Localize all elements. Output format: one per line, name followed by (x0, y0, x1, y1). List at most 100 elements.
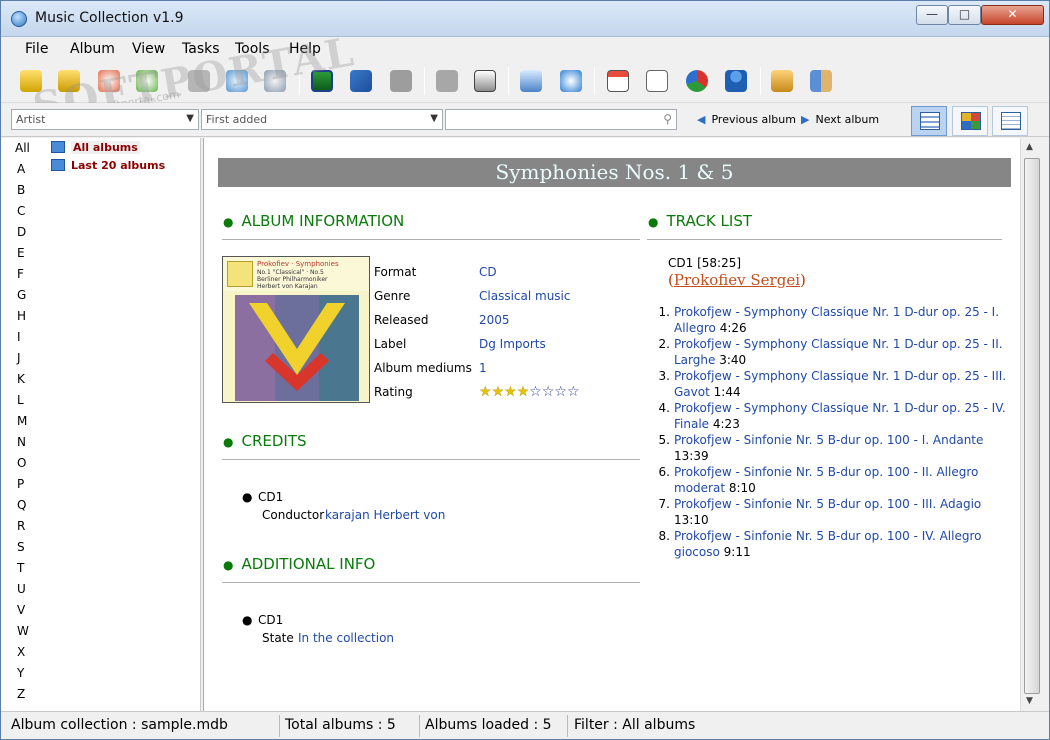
letter-e[interactable]: E (17, 246, 25, 260)
star-empty-icon[interactable]: ☆ (542, 384, 555, 400)
report-button[interactable] (643, 67, 671, 95)
tree-item-all-albums[interactable]: All albums (51, 141, 140, 154)
star-empty-icon[interactable]: ☆ (529, 384, 542, 400)
track-row[interactable]: 2. Prokofjew - Symphony Classique Nr. 1 D… (659, 336, 1009, 368)
letter-c[interactable]: C (17, 204, 25, 218)
letter-b[interactable]: B (17, 183, 25, 197)
letter-l[interactable]: L (17, 393, 24, 407)
track-row[interactable]: 8. Prokofjew - Sinfonie Nr. 5 B-dur op. 1… (659, 528, 1009, 560)
close-button[interactable]: ✕ (981, 5, 1044, 25)
vertical-scrollbar[interactable]: ▲ ▼ (1020, 138, 1042, 711)
menu-help[interactable]: Help (289, 41, 321, 57)
letter-m[interactable]: M (17, 414, 27, 428)
letter-t[interactable]: T (17, 561, 24, 575)
import-button[interactable] (95, 67, 123, 95)
letter-o[interactable]: O (17, 456, 26, 470)
letter-i[interactable]: I (17, 330, 21, 344)
scroll-up-icon[interactable]: ▲ (1026, 142, 1033, 152)
track-row[interactable]: 4. Prokofjew - Symphony Classique Nr. 1 D… (659, 400, 1009, 432)
menu-album[interactable]: Album (70, 41, 115, 57)
track-row[interactable]: 7. Prokofjew - Sinfonie Nr. 5 B-dur op. 1… (659, 496, 1009, 528)
zoom-in-button[interactable] (223, 67, 251, 95)
statistics-button[interactable] (683, 67, 711, 95)
artists-button[interactable] (722, 67, 750, 95)
letter-y[interactable]: Y (17, 666, 24, 680)
letter-j[interactable]: J (17, 351, 21, 365)
letter-q[interactable]: Q (17, 498, 26, 512)
track-row[interactable]: 3. Prokofjew - Symphony Classique Nr. 1 D… (659, 368, 1009, 400)
menu-view[interactable]: View (132, 41, 165, 57)
track-title[interactable]: Prokofjew - Sinfonie Nr. 5 B-dur op. 100… (674, 497, 981, 511)
detail-view-button[interactable] (911, 106, 947, 136)
credits-person-link[interactable]: karajan Herbert von (325, 508, 445, 522)
track-title[interactable]: Prokofjew - Sinfonie Nr. 5 B-dur op. 100… (674, 529, 981, 559)
album-cover-image[interactable]: Prokofiev · Symphonies No.1 "Classical" … (222, 256, 370, 403)
letter-p[interactable]: P (17, 477, 24, 491)
letter-all[interactable]: All (15, 141, 30, 155)
zoom-out-button[interactable] (261, 67, 289, 95)
minimize-button[interactable]: — (916, 5, 948, 25)
letter-g[interactable]: G (17, 288, 26, 302)
track-title[interactable]: Prokofjew - Sinfonie Nr. 5 B-dur op. 100… (674, 433, 983, 447)
letter-z[interactable]: Z (17, 687, 25, 701)
previous-album-button[interactable]: ◀ Previous album (697, 113, 796, 126)
html-export-button[interactable] (471, 67, 499, 95)
group-by-select[interactable]: Artist ▼ (11, 109, 199, 130)
info-value-label[interactable]: Dg Imports (479, 337, 546, 351)
track-row[interactable]: 5. Prokofjew - Sinfonie Nr. 5 B-dur op. 1… (659, 432, 1009, 464)
menu-tasks[interactable]: Tasks (182, 41, 220, 57)
letter-a[interactable]: A (17, 162, 25, 176)
search-music-button[interactable] (557, 67, 585, 95)
next-album-button[interactable]: ▶ Next album (801, 113, 879, 126)
info-value-released[interactable]: 2005 (479, 313, 510, 327)
star-filled-icon[interactable]: ★ (479, 384, 492, 400)
track-row[interactable]: 6. Prokofjew - Sinfonie Nr. 5 B-dur op. 1… (659, 464, 1009, 496)
info-value-genre[interactable]: Classical music (479, 289, 570, 303)
letter-f[interactable]: F (17, 267, 24, 281)
edit-album-button[interactable] (347, 67, 375, 95)
add-album-button[interactable] (17, 67, 45, 95)
download-button[interactable] (185, 67, 213, 95)
menu-tools[interactable]: Tools (235, 41, 270, 57)
star-empty-icon[interactable]: ☆ (567, 384, 580, 400)
letter-w[interactable]: W (17, 624, 29, 638)
export-button[interactable] (133, 67, 161, 95)
scroll-down-icon[interactable]: ▼ (1026, 696, 1033, 706)
letter-k[interactable]: K (17, 372, 25, 386)
find-album-button[interactable] (55, 67, 83, 95)
track-title[interactable]: Prokofjew - Sinfonie Nr. 5 B-dur op. 100… (674, 465, 978, 495)
letter-u[interactable]: U (17, 582, 26, 596)
rating-stars[interactable]: ★★★★☆☆☆☆ (479, 384, 580, 400)
artist-link[interactable]: Prokofiev Sergei (674, 271, 800, 289)
new-album-button[interactable] (308, 67, 336, 95)
letter-r[interactable]: R (17, 519, 25, 533)
info-value-format[interactable]: CD (479, 265, 497, 279)
track-row[interactable]: 1. Prokofjew - Symphony Classique Nr. 1 D… (659, 304, 1009, 336)
letter-h[interactable]: H (17, 309, 26, 323)
menu-file[interactable]: File (25, 41, 48, 57)
star-filled-icon[interactable]: ★ (504, 384, 517, 400)
list-view-button[interactable] (992, 106, 1028, 136)
star-filled-icon[interactable]: ★ (517, 384, 530, 400)
letter-n[interactable]: N (17, 435, 26, 449)
maximize-button[interactable]: □ (948, 5, 981, 25)
loan-button[interactable] (433, 67, 461, 95)
letter-s[interactable]: S (17, 540, 25, 554)
letter-v[interactable]: V (17, 603, 25, 617)
scrollbar-thumb[interactable] (1024, 158, 1040, 694)
letter-d[interactable]: D (17, 225, 26, 239)
search-input[interactable]: ⚲ (445, 109, 677, 130)
sort-by-select[interactable]: First added ▼ (201, 109, 443, 130)
additional-value-link[interactable]: In the collection (298, 631, 394, 645)
tree-item-last-20-albums[interactable]: Last 20 albums (51, 159, 165, 172)
plugins-button[interactable] (768, 67, 796, 95)
star-empty-icon[interactable]: ☆ (554, 384, 567, 400)
star-filled-icon[interactable]: ★ (492, 384, 505, 400)
exit-button[interactable] (807, 67, 835, 95)
info-value-mediums[interactable]: 1 (479, 361, 487, 375)
grid-view-button[interactable] (952, 106, 988, 136)
delete-album-button[interactable] (387, 67, 415, 95)
calendar-button[interactable] (604, 67, 632, 95)
letter-x[interactable]: X (17, 645, 25, 659)
browse-button[interactable] (517, 67, 545, 95)
